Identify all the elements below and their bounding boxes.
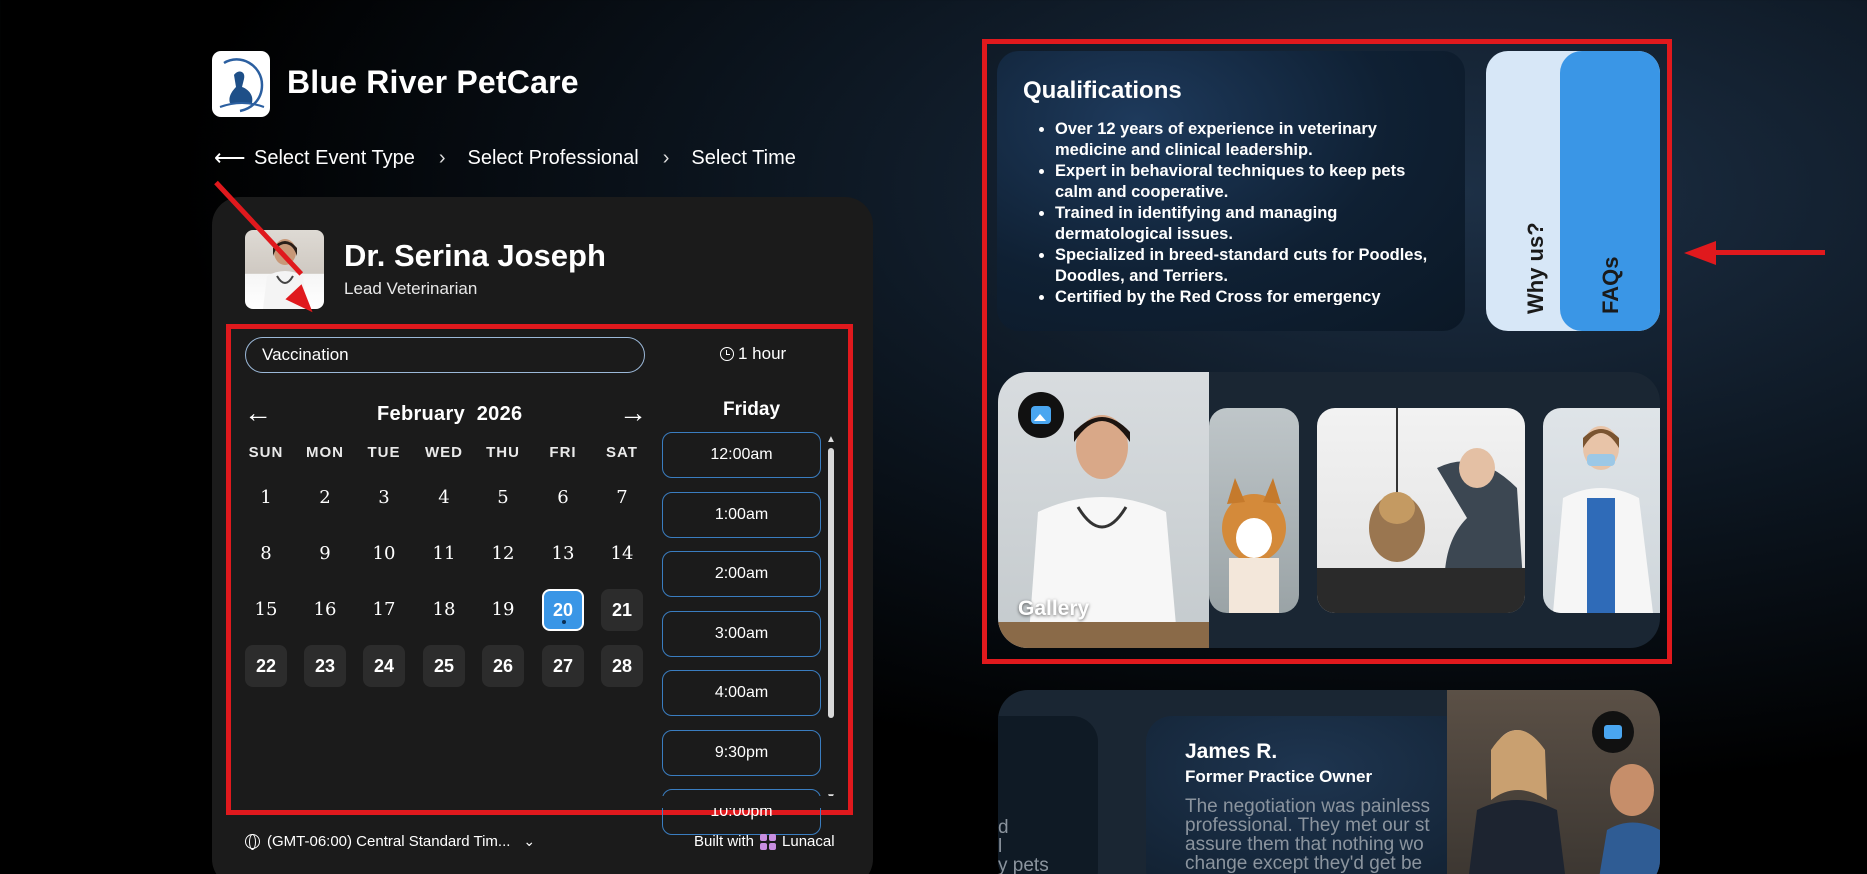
testimonial-prev-fragments: dly pets [998, 818, 1049, 874]
calendar-day: 8 [260, 543, 272, 564]
time-slot-button[interactable]: 2:00am [662, 551, 821, 597]
annotation-arrowhead-right [1684, 241, 1716, 265]
testimonial-quote-line: assure them that nothing wo [1185, 834, 1424, 855]
time-slot-button[interactable]: 9:30pm [662, 729, 821, 776]
annotation-arrow-right [1710, 250, 1825, 255]
breadcrumb: ⟵ Select Event Type › Select Professiona… [214, 145, 796, 171]
calendar-day[interactable]: 26 [482, 645, 524, 687]
slot-clip-mask [660, 796, 834, 808]
testimonial-prev-fragment: l [998, 836, 1003, 857]
built-with-label: Built with [694, 833, 755, 850]
testimonial-prev-fragment: y pets [998, 855, 1049, 874]
calendar-day: 14 [610, 543, 634, 564]
weekday-header: TUE [367, 444, 401, 461]
duration-value: 1 hour [738, 344, 787, 363]
calendar-day: 13 [551, 543, 575, 564]
calendar-day[interactable]: 24 [363, 645, 405, 687]
back-arrow-icon[interactable]: ⟵ [214, 145, 246, 171]
brand-name: Blue River PetCare [287, 64, 579, 100]
calendar-day: 12 [491, 543, 515, 564]
testimonial-role: Former Practice Owner [1185, 767, 1373, 786]
calendar-day: 15 [254, 599, 278, 620]
calendar-day: 18 [432, 599, 456, 620]
weekday-header: MON [306, 444, 344, 461]
testimonial-quote-line: professional. They met our st [1185, 815, 1430, 836]
calendar-day[interactable]: 25 [423, 645, 465, 687]
calendar-day: 6 [557, 487, 569, 508]
chevron-right-icon: › [662, 146, 670, 169]
time-slot-button[interactable]: 4:00am [662, 670, 821, 716]
duration-label: 1 hour [720, 344, 786, 364]
brand-logo [212, 51, 270, 117]
calendar-day[interactable]: 27 [542, 645, 584, 687]
breadcrumb-professional[interactable]: Select Professional [468, 147, 639, 170]
month-title: February 2026 [377, 403, 522, 426]
prev-month-button[interactable]: ← [244, 397, 272, 429]
globe-icon [245, 834, 260, 850]
weekday-header: SAT [606, 444, 638, 461]
calendar-day: 9 [319, 543, 331, 564]
calendar-day: 4 [438, 487, 450, 508]
testimonial-quote-line: change except they'd get be [1185, 853, 1423, 874]
chevron-down-icon: ⌄ [523, 833, 536, 849]
builder-name: Lunacal [782, 833, 835, 850]
selected-day-name: Friday [723, 399, 781, 420]
calendar-day: 1 [260, 487, 272, 508]
calendar-day: 3 [378, 487, 390, 508]
timezone-select[interactable]: (GMT-06:00) Central Standard Tim... ⌄ [245, 833, 535, 850]
doctor-name: Dr. Serina Joseph [344, 238, 606, 273]
calendar-day: 11 [432, 543, 456, 564]
chat-icon[interactable] [1592, 711, 1634, 753]
scroll-up-icon[interactable]: ▲ [826, 434, 836, 445]
next-month-button[interactable]: → [619, 397, 647, 429]
testimonial-name: James R. [1185, 740, 1278, 763]
calendar-day: 10 [372, 543, 396, 564]
calendar-day[interactable]: 20 [542, 589, 584, 631]
chevron-right-icon: › [438, 146, 446, 169]
time-slot-button[interactable]: 12:00am [662, 432, 821, 478]
calendar-day[interactable]: 22 [245, 645, 287, 687]
clock-icon [720, 347, 734, 361]
built-with[interactable]: Built with Lunacal [694, 833, 835, 850]
testimonial-quote: The negotiation was painless professional… [1185, 797, 1455, 874]
time-slot-button[interactable]: 3:00am [662, 610, 821, 657]
highlight-box-profile [982, 39, 1672, 664]
event-type-select[interactable]: Vaccination [245, 337, 645, 373]
calendar-day: 2 [319, 487, 331, 508]
weekday-header: WED [425, 444, 463, 461]
calendar-day: 5 [497, 487, 509, 508]
testimonial-prev-fragment: d [998, 817, 1009, 838]
lunacal-icon [760, 833, 777, 850]
weekday-header: FRI [549, 444, 577, 461]
calendar-day: 17 [372, 599, 396, 620]
doctor-role: Lead Veterinarian [344, 279, 478, 298]
calendar-day[interactable]: 21 [601, 589, 643, 631]
testimonial-quote-line: The negotiation was painless [1185, 797, 1431, 817]
time-slot-button[interactable]: 1:00am [662, 491, 821, 538]
month-name: February [377, 403, 465, 425]
timezone-label: (GMT-06:00) Central Standard Tim... [267, 833, 511, 850]
calendar-day: 19 [491, 599, 515, 620]
month-year: 2026 [476, 403, 523, 425]
time-scrollbar[interactable] [828, 448, 834, 718]
breadcrumb-event-type[interactable]: Select Event Type [254, 147, 415, 170]
calendar-day[interactable]: 23 [304, 645, 346, 687]
weekday-header: THU [486, 444, 520, 461]
weekday-header: SUN [248, 444, 284, 461]
calendar-day[interactable]: 28 [601, 645, 643, 687]
calendar-day: 7 [616, 487, 628, 508]
calendar-day: 16 [313, 599, 337, 620]
breadcrumb-time: Select Time [691, 146, 796, 169]
